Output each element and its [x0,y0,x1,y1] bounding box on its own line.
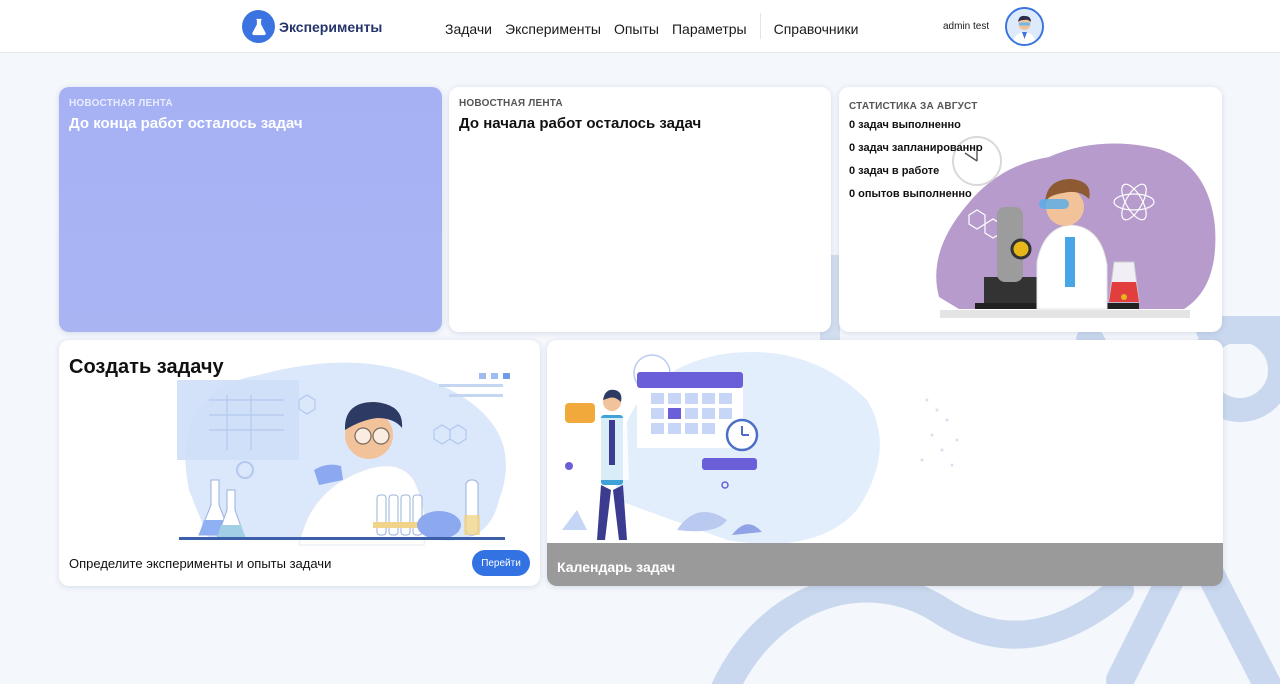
nav-item-experiments[interactable]: Эксперименты [505,21,601,37]
news-headline: До начала работ осталось задач [459,115,702,132]
create-task-title: Создать задачу [69,356,224,378]
stat-line-done: 0 задач выполненно [849,119,961,131]
news-kicker: НОВОСТНАЯ ЛЕНТА [69,98,173,109]
stat-line-planned: 0 задач запланированно [849,142,983,154]
top-header: Эксперименты Задачи Эксперименты Опыты П… [0,0,1280,53]
nav-item-trials[interactable]: Опыты [614,21,659,37]
news-card-start: НОВОСТНАЯ ЛЕНТА До начала работ осталось… [449,87,831,332]
flask-icon [242,10,275,43]
nav-item-tasks[interactable]: Задачи [445,21,492,37]
main-nav: Задачи Эксперименты Опыты Параметры Спра… [445,13,871,39]
nav-divider [759,13,761,39]
calendar-card[interactable]: Календарь задач [547,340,1223,586]
logo[interactable]: Эксперименты [242,10,382,43]
stats-card: СТАТИСТИКА ЗА АВГУСТ 0 задач выполненно … [839,87,1222,332]
logo-text: Эксперименты [279,18,383,35]
user-name[interactable]: admin test [943,21,989,32]
stat-line-trials-done: 0 опытов выполненно [849,188,972,200]
news-card-end: НОВОСТНАЯ ЛЕНТА До конца работ осталось … [59,87,442,332]
create-task-card: Создать задачу Определите эксперименты и… [59,340,540,586]
news-headline: До конца работ осталось задач [69,115,303,132]
nav-item-references[interactable]: Справочники [774,21,859,37]
avatar[interactable] [1005,7,1044,46]
stat-line-in-progress: 0 задач в работе [849,165,940,177]
go-button[interactable]: Перейти [472,550,530,576]
nav-item-parameters[interactable]: Параметры [672,21,747,37]
calendar-footer: Календарь задач [547,543,1223,586]
create-task-description: Определите эксперименты и опыты задачи [69,556,332,571]
calendar-title: Календарь задач [557,559,676,575]
news-kicker: НОВОСТНАЯ ЛЕНТА [459,98,563,109]
scientist-avatar-icon [1007,9,1042,44]
